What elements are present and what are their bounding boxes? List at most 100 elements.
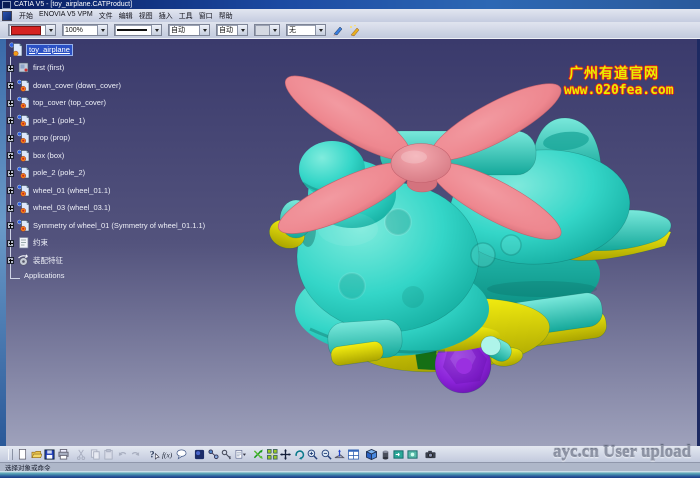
point-symbol-combo[interactable]: 自动	[216, 24, 248, 36]
menu--[interactable]: 窗口	[196, 11, 216, 21]
tree-item-label[interactable]: top_cover (top_cover)	[33, 98, 106, 107]
part-icon	[17, 96, 30, 109]
iso-cube-icon[interactable]	[366, 449, 377, 460]
tree-item-row[interactable]: down_cover (down_cover)	[17, 79, 121, 92]
tree-expander[interactable]	[7, 240, 14, 247]
tree-item-label[interactable]: Symmetry of wheel_01 (Symmetry of wheel_…	[33, 221, 205, 230]
multi-view-icon[interactable]	[348, 449, 359, 460]
tree-expander[interactable]	[7, 205, 14, 212]
line-type-combo-arrow[interactable]	[151, 25, 161, 35]
menu-start[interactable]: 开始	[16, 11, 36, 21]
undo-icon[interactable]	[117, 449, 128, 460]
tree-item-row[interactable]: first (first)	[17, 61, 64, 74]
tree-root-row[interactable]: toy_airplane	[9, 42, 73, 57]
tree-expander[interactable]	[7, 65, 14, 72]
chat-icon[interactable]	[176, 449, 187, 460]
tree-item-label[interactable]: down_cover (down_cover)	[33, 81, 121, 90]
link-icon[interactable]	[208, 449, 219, 460]
tree-expander[interactable]	[7, 100, 14, 107]
tree-item-row[interactable]: pole_1 (pole_1)	[17, 114, 85, 127]
menu--[interactable]: 视图	[136, 11, 156, 21]
normal-view-icon[interactable]	[334, 449, 345, 460]
zoom-in-icon[interactable]	[307, 449, 318, 460]
painter-icon[interactable]	[332, 24, 345, 37]
fx-icon[interactable]: f(x)	[162, 449, 173, 460]
tree-item-label[interactable]: 约束	[33, 237, 48, 248]
tree-item-label[interactable]: Applications	[24, 271, 64, 280]
redo-icon[interactable]	[130, 449, 141, 460]
list-icon[interactable]	[235, 449, 246, 460]
key-icon[interactable]	[221, 449, 232, 460]
zoom-out-icon[interactable]	[321, 449, 332, 460]
tree-item-label[interactable]: box (box)	[33, 151, 64, 160]
tree-item-label[interactable]: wheel_01 (wheel_01.1)	[33, 186, 111, 195]
open-folder-icon[interactable]	[31, 449, 42, 460]
tree-root-label[interactable]: toy_airplane	[26, 44, 73, 56]
rotate-icon[interactable]	[294, 449, 305, 460]
tree-item-label[interactable]: pole_2 (pole_2)	[33, 168, 85, 177]
cut-icon[interactable]	[76, 449, 87, 460]
menu--[interactable]: 插入	[156, 11, 176, 21]
tree-item-row[interactable]: wheel_01 (wheel_01.1)	[17, 184, 111, 197]
fit-all-icon[interactable]	[267, 449, 278, 460]
camera-icon[interactable]	[425, 449, 436, 460]
opacity-combo-arrow[interactable]	[97, 25, 107, 35]
save-icon[interactable]	[44, 449, 55, 460]
print-icon[interactable]	[58, 449, 69, 460]
menu--[interactable]: 文件	[96, 11, 116, 21]
line-weight-combo[interactable]: 自动	[168, 24, 210, 36]
tree-expander[interactable]	[7, 152, 14, 159]
line-weight-combo-arrow[interactable]	[199, 25, 209, 35]
tree-item-row[interactable]: 约束	[17, 236, 48, 249]
tree-expander[interactable]	[7, 170, 14, 177]
tree-item-label[interactable]: first (first)	[33, 63, 64, 72]
pan-icon[interactable]	[280, 449, 291, 460]
toolbar-grip[interactable]	[8, 449, 13, 460]
product-icon	[9, 42, 23, 57]
watermark-chinese: 广州有道官网	[569, 63, 659, 83]
line-type-combo[interactable]	[114, 24, 162, 36]
3d-viewport[interactable]: 广州有道官网 www.020fea.com toy_airplanefirst …	[0, 38, 700, 448]
color-combo[interactable]	[8, 24, 56, 36]
tree-item-label[interactable]: pole_1 (pole_1)	[33, 116, 85, 125]
menu--[interactable]: 帮助	[216, 11, 236, 21]
tree-item-row[interactable]: prop (prop)	[17, 131, 70, 144]
new-document-icon[interactable]	[17, 449, 28, 460]
point-symbol-combo-arrow[interactable]	[237, 25, 247, 35]
render-style-combo[interactable]: 无	[286, 24, 326, 36]
render-style-combo-arrow[interactable]	[315, 25, 325, 35]
wizard-icon[interactable]	[348, 24, 361, 37]
tree-item-label[interactable]: 装配特征	[33, 255, 63, 266]
watermark-url: www.020fea.com	[564, 83, 674, 98]
tree-item-row[interactable]: pole_2 (pole_2)	[17, 166, 85, 179]
tree-item-row[interactable]: Symmetry of wheel_01 (Symmetry of wheel_…	[17, 219, 205, 232]
copy-icon[interactable]	[90, 449, 101, 460]
apply-material-icon[interactable]	[393, 449, 404, 460]
tree-item-row[interactable]: Applications	[24, 271, 64, 280]
tree-expander[interactable]	[7, 222, 14, 229]
tree-item-row[interactable]: wheel_03 (wheel_03.1)	[17, 201, 111, 214]
tree-expander[interactable]	[7, 187, 14, 194]
tree-item-row[interactable]: 装配特征	[17, 254, 63, 267]
tree-expander[interactable]	[7, 257, 14, 264]
paste-icon[interactable]	[103, 449, 114, 460]
help-icon[interactable]: ?	[149, 449, 160, 460]
fly-icon[interactable]	[253, 449, 264, 460]
shading-icon[interactable]	[194, 449, 205, 460]
tree-item-row[interactable]: top_cover (top_cover)	[17, 96, 106, 109]
title-bar: CATIA V5 - [toy_airplane.CATProduct]	[0, 0, 700, 9]
cylinder-icon[interactable]	[380, 449, 391, 460]
tree-expander[interactable]	[7, 82, 14, 89]
tree-expander[interactable]	[7, 117, 14, 124]
tree-item-row[interactable]: box (box)	[17, 149, 64, 162]
render-style-icon[interactable]	[407, 449, 418, 460]
menu--[interactable]: 编辑	[116, 11, 136, 21]
opacity-combo[interactable]: 100%	[62, 24, 108, 36]
color-combo-arrow[interactable]	[45, 25, 55, 35]
tree-item-label[interactable]: prop (prop)	[33, 133, 70, 142]
tree-item-label[interactable]: wheel_03 (wheel_03.1)	[33, 203, 111, 212]
document-menu-icon[interactable]	[2, 11, 12, 21]
menu-enovia-v5-vpm[interactable]: ENOVIA V5 VPM	[36, 11, 96, 21]
menu--[interactable]: 工具	[176, 11, 196, 21]
tree-expander[interactable]	[7, 135, 14, 142]
